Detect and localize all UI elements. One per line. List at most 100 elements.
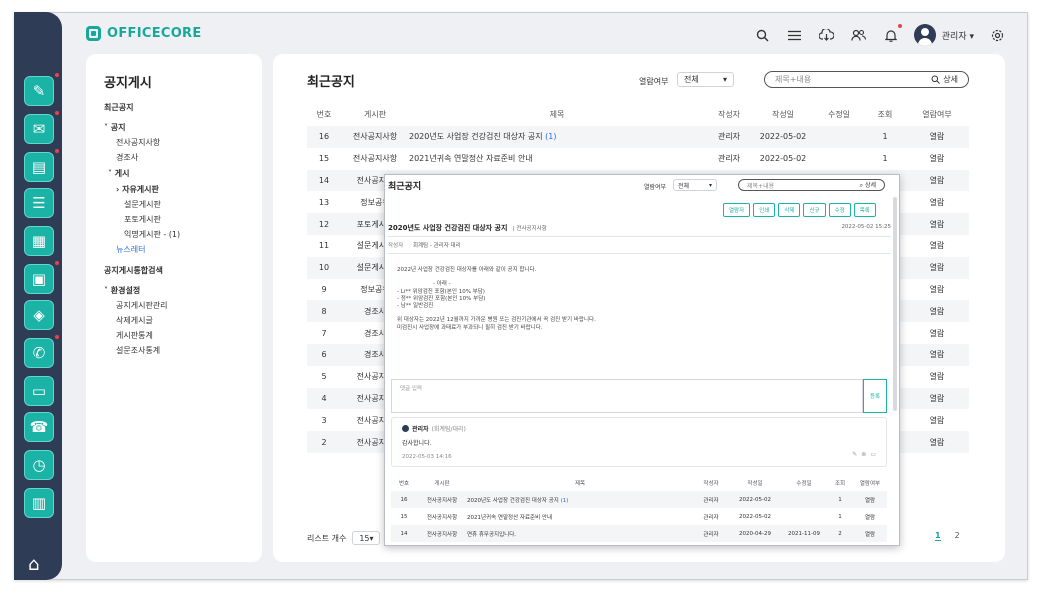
list-icon[interactable] [786,26,804,44]
comment-submit-button[interactable]: 등록 [863,379,887,413]
popup-read-filter-value: 전체 [678,182,690,190]
popup-scrollbar[interactable] [893,197,897,411]
popup-action-button[interactable]: 수정 [828,203,851,217]
detail-search-button[interactable]: 상세 [931,74,958,85]
table-cell: 6 [307,343,341,366]
sidebar-item[interactable]: 최근공지 [104,102,133,113]
column-header: 조회 [877,109,893,119]
sidebar-item[interactable]: ˅ 환경설정 [104,285,140,296]
table-cell: 열람 [929,372,945,382]
sidebar-item[interactable]: 설문게시판 [124,199,161,210]
sidebar-item[interactable]: 전사공지사항 [116,137,160,148]
rail-approval-button[interactable]: ✎ [24,73,59,106]
column-header: 번호 [316,109,332,119]
schedule-icon: ☰ [32,194,46,212]
table-row[interactable]: 16 전사공지사항 2020년도 사업장 건강검진 대상자 공지 (1) 관리자 202… [391,491,887,508]
table-cell [813,126,865,148]
sidebar-item[interactable]: 공지게시판관리 [116,300,168,311]
rail-schedule-button[interactable]: ☰ [24,188,54,218]
icon-rail: ✎ ✉ ▤ ☰ ▦ ▣ ◈ ✆ ▭ ☎ ◷ ▥ ⌂ [14,12,62,580]
delete-icon[interactable]: ⊗ [861,451,866,458]
rail-work-button[interactable]: ▣ [24,261,59,294]
popup-detail-search-button[interactable]: ⌕ 상세 [860,180,876,190]
page-link[interactable]: 2 [955,531,960,541]
users-icon[interactable] [850,26,868,44]
home-icon[interactable]: ⌂ [28,554,39,575]
comment-author: 관리자 (회계팀/대리) [402,424,876,433]
popup-action-button[interactable]: 열람자 [723,203,751,217]
sidebar-item[interactable]: ˅ 게시 [108,168,130,179]
sidebar-item[interactable]: 익명게시판 - (1) [124,229,180,240]
rail-kanban-button[interactable]: ▥ [24,488,54,518]
table-row[interactable]: 16 전사공지사항 2020년도 사업장 건강검진 대상자 공지 (1) 관리자 202… [307,126,969,148]
search-icon [931,75,941,84]
rail-mail-button[interactable]: ✉ [24,111,59,144]
table-row[interactable]: 15 전사공지사항 2021년귀속 연말정산 자료준비 안내 관리자 2022-05-0… [307,148,969,170]
bell-icon[interactable] [882,24,902,44]
sidebar-item[interactable]: ˅ 공지 [104,122,126,133]
column-header: 제목 [574,481,586,487]
popup-action-button[interactable]: 인쇄 [753,203,776,217]
read-filter-select[interactable]: 전체 ▾ [677,72,734,87]
brand-logo[interactable]: OFFICECORE [86,26,202,41]
rail-contacts-button[interactable]: ☎ [24,412,54,442]
table-cell: 12 [307,213,341,235]
column-header: 열람여부 [922,109,952,119]
rail-layers-button[interactable]: ◈ [24,300,54,330]
search-icon: ⌕ [859,182,864,189]
chevron-down-icon: ▾ [369,533,374,543]
comment-input[interactable]: 댓글 입력 [391,379,863,413]
popup-title: 최근공지 [388,182,422,192]
rail-board-button[interactable]: ▤ [24,149,59,182]
post-title: 2020년도 사업장 건강검진 대상자 공지 | 전사공지사항 [388,223,547,233]
popup-action-button[interactable]: 삭제 [778,203,801,217]
popup-action-button[interactable]: 신규 [803,203,826,217]
rail-folder-button[interactable]: ▭ [24,376,54,406]
table-cell: 15 [318,154,330,164]
avatar[interactable] [913,24,936,46]
table-cell: 열람 [929,328,945,338]
contacts-icon: ☎ [29,418,49,436]
table-cell: 5 [321,372,327,382]
edit-icon[interactable]: ✎ [852,451,857,458]
table-cell: 7 [321,328,327,338]
table-row[interactable]: 14 전사공지사항 연휴 휴무공지입니다. 관리자 2020-04-29 2021-11-… [391,525,887,542]
logo-icon [86,26,101,41]
list-count-label: 리스트 개수 [307,533,347,543]
apps-icon: ▦ [31,232,47,250]
post-body: 2022년 사업장 건강검진 대상자를 아래와 같이 공지 합니다. - 아래 … [397,267,777,332]
page-link[interactable]: 1 [935,531,941,541]
popup-search-input[interactable]: 제목+내용 ⌕ 상세 [738,179,885,191]
sidebar-item[interactable]: 경조사 [116,152,138,163]
sidebar-item[interactable]: 게시판통계 [116,330,153,341]
gear-icon[interactable] [988,26,1006,44]
popup-read-filter-select[interactable]: 전체 ▾ [673,179,717,191]
popup-action-button[interactable]: 목록 [853,203,876,217]
cloud-download-icon[interactable] [818,26,836,44]
sidebar-title: 공지게시 [104,76,152,91]
search-input[interactable]: 제목+내용 상세 [764,71,969,88]
table-cell: 연휴 휴무공지입니다. [467,525,693,542]
sidebar-item[interactable]: 삭제게시글 [116,315,153,326]
search-icon[interactable] [754,26,772,44]
sidebar-item[interactable]: › 자유게시판 [116,184,159,195]
table-cell: 열람 [905,213,969,235]
search-placeholder: 제목+내용 [775,75,812,84]
table-cell [781,491,827,508]
list-count-select[interactable]: 15 ▾ [352,531,381,545]
table-row[interactable]: 15 전사공지사항 2021년귀속 연말정산 자료준비 안내 관리자 2022-05-0… [391,508,887,525]
rail-clock-button[interactable]: ◷ [24,450,54,480]
rail-notice-button[interactable]: ✆ [24,335,59,368]
sidebar-item[interactable]: 뉴스레터 [116,244,145,255]
sidebar-item[interactable]: 공지게시통합검색 [104,265,163,276]
user-menu[interactable]: 관리자 ▾ [942,29,974,42]
body-line: - 정** 위암검진 포함(본인 10% 부담) [397,295,486,302]
sidebar-item[interactable]: 포토게시판 [124,214,161,225]
column-header: 게시판 [434,481,450,487]
sidebar-item[interactable]: 설문조사통계 [116,345,160,356]
table-cell: 1 [865,126,905,148]
layers-icon: ◈ [33,306,45,324]
table-cell: 1 [827,491,853,508]
reply-icon[interactable]: ▭ [870,451,876,458]
rail-apps-button[interactable]: ▦ [24,226,54,256]
